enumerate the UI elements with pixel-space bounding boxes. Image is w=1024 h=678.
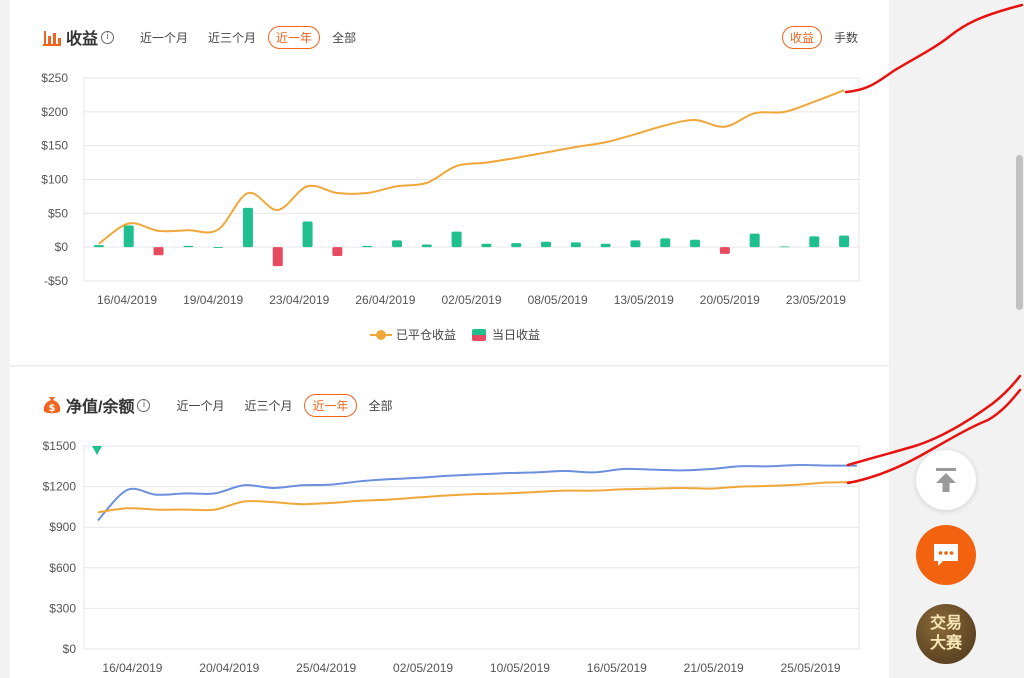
legend-bar-swatch <box>472 328 487 341</box>
daily-income-bar <box>839 235 850 248</box>
x-tick-label: 16/05/2019 <box>587 661 647 675</box>
income-panel: 收益 i 近一个月 近三个月 近一年 全部 收益 手数 $250 $200 $150… <box>10 0 889 366</box>
y-tick-label: $900 <box>49 520 76 534</box>
daily-income-bar <box>362 245 373 248</box>
daily-income-bar <box>302 221 313 248</box>
y-tick-label: $1500 <box>43 439 77 453</box>
daily-income-bar <box>421 244 432 248</box>
daily-income-bar <box>391 240 402 248</box>
legend-closed-income-label: 已平仓收益 <box>396 328 457 342</box>
x-tick-label: 10/05/2019 <box>490 661 550 675</box>
legend-closed-income[interactable]: 已平仓收益 <box>370 326 456 343</box>
x-tick-label: 26/04/2019 <box>355 293 415 307</box>
scrollbar-thumb[interactable] <box>1016 155 1023 310</box>
y-tick-label: $150 <box>41 139 68 153</box>
daily-income-bar <box>719 247 730 254</box>
x-tick-label: 25/04/2019 <box>296 661 356 675</box>
contest-label-line2: 大赛 <box>929 635 962 652</box>
x-tick-label: 25/05/2019 <box>781 661 841 675</box>
daily-income-bar <box>809 236 820 248</box>
y-tick-label: $50 <box>48 206 68 220</box>
x-tick-label: 19/04/2019 <box>183 293 243 307</box>
legend-daily-income[interactable]: 当日收益 <box>472 326 540 343</box>
chat-button[interactable] <box>916 525 976 585</box>
daily-income-bar <box>630 240 641 248</box>
income-chart: $250 $200 $150 $100 $50 $0 -$50 16/04/2019 19/04… <box>41 71 860 307</box>
contest-label-line1: 交易 <box>929 615 962 632</box>
trading-contest-button[interactable]: 交易 大赛 <box>916 604 976 664</box>
daily-income-bar <box>570 242 581 248</box>
x-tick-label: 16/04/2019 <box>97 293 157 307</box>
daily-income-bar <box>93 245 104 248</box>
daily-income-bar <box>153 247 164 256</box>
net-value-panel: $ 净值/余额 i 近一个月 近三个月 近一年 全部 $1500 $1200 $90… <box>10 367 889 678</box>
y-tick-label: $0 <box>63 642 77 656</box>
y-tick-label: $0 <box>55 240 69 254</box>
x-tick-label: 20/05/2019 <box>700 293 760 307</box>
daily-income-bar <box>660 238 671 248</box>
daily-income-bar <box>749 233 760 248</box>
y-tick-label: -$50 <box>44 274 68 288</box>
y-tick-label: $100 <box>41 173 68 187</box>
x-tick-label: 02/05/2019 <box>441 293 501 307</box>
x-tick-label: 02/05/2019 <box>393 661 453 675</box>
x-tick-label: 20/04/2019 <box>199 661 259 675</box>
daily-income-bar <box>511 243 522 248</box>
daily-income-bar <box>213 247 224 248</box>
daily-income-bar <box>123 225 134 248</box>
arrow-up-icon <box>936 468 956 492</box>
daily-income-bar <box>332 247 343 256</box>
daily-income-bar <box>779 246 790 248</box>
legend-daily-income-label: 当日收益 <box>492 328 541 342</box>
daily-income-bar <box>272 247 283 267</box>
x-tick-label: 16/04/2019 <box>102 661 162 675</box>
x-tick-label: 13/05/2019 <box>614 293 674 307</box>
x-tick-label: 21/05/2019 <box>684 661 744 675</box>
daily-income-bar <box>541 241 552 248</box>
daily-income-bar <box>242 207 253 248</box>
net-value-line <box>97 463 858 522</box>
y-tick-label: $300 <box>49 601 76 615</box>
daily-income-bar <box>451 231 462 248</box>
x-tick-label: 08/05/2019 <box>528 293 588 307</box>
daily-income-bar <box>600 243 611 248</box>
y-tick-label: $200 <box>41 105 68 119</box>
start-marker-triangle <box>92 446 102 455</box>
legend-line-swatch <box>370 329 392 340</box>
x-tick-label: 23/05/2019 <box>786 293 846 307</box>
y-tick-label: $250 <box>41 71 68 85</box>
daily-income-bar <box>183 245 194 248</box>
daily-income-bar <box>690 239 701 248</box>
y-tick-label: $1200 <box>43 480 77 494</box>
net-value-chart: $1500 $1200 $900 $600 $300 $0 16/04/2019 20/04/… <box>43 439 860 675</box>
chat-bubble-icon <box>934 544 958 566</box>
scrollbar[interactable] <box>1015 0 1024 678</box>
closed-income-line <box>98 89 845 245</box>
income-legend: 已平仓收益 当日收益 <box>370 326 556 343</box>
daily-income-bar <box>481 243 492 248</box>
y-tick-label: $600 <box>49 561 76 575</box>
back-to-top-button[interactable] <box>916 450 976 510</box>
page: 收益 i 近一个月 近三个月 近一年 全部 收益 手数 $250 $200 $150… <box>0 0 1024 678</box>
x-tick-label: 23/04/2019 <box>269 293 329 307</box>
